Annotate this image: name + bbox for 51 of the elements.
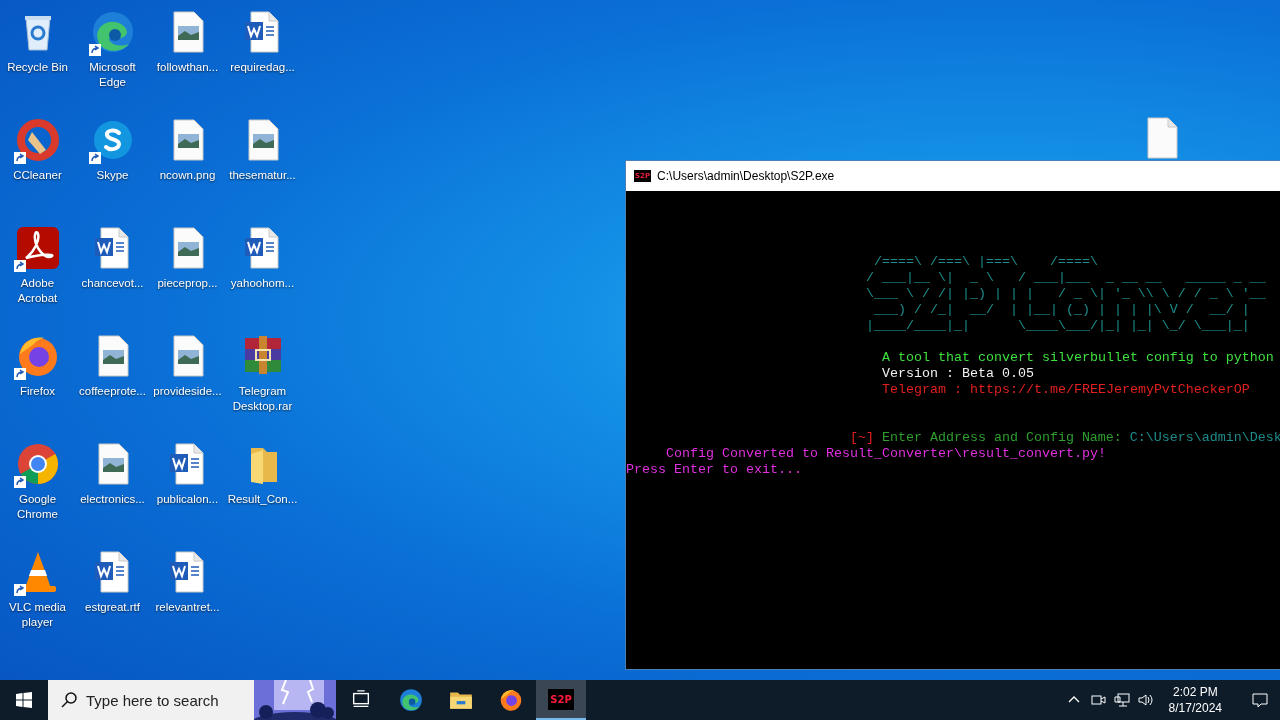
icon-label[interactable]: thesematur... — [225, 168, 300, 183]
edge-icon — [398, 687, 424, 713]
icon-label[interactable]: CCleaner — [0, 168, 75, 183]
console-text: [~] — [849, 430, 874, 446]
windows-icon — [16, 692, 32, 708]
firefox-icon — [498, 687, 524, 713]
console-text: Config Converted to Result_Converter\result_convert.py! — [666, 446, 1106, 462]
window-title: C:\Users\admin\Desktop\S2P.exe — [657, 169, 835, 183]
icon-label[interactable]: yahoohom... — [225, 276, 300, 291]
icon-label[interactable]: estgreat.rtf — [75, 600, 150, 615]
date-text: 8/17/2024 — [1168, 700, 1222, 716]
acrobat-icon[interactable] — [13, 224, 62, 272]
ascii-art-line: \___ \ / /| |_) | | | / _ \| '_ \\ \ / / _ \ '__ — [864, 286, 1266, 302]
icon-label[interactable]: pieceprop... — [150, 276, 225, 291]
icon-label[interactable]: followthan... — [150, 60, 225, 75]
console-text: Press Enter to exit... — [626, 462, 802, 478]
icon-label[interactable]: publicalon... — [150, 492, 225, 507]
speech-bubble-icon — [1251, 691, 1269, 709]
icon-label[interactable]: Firefox — [0, 384, 75, 399]
clock[interactable]: 2:02 PM 8/17/2024 — [1160, 684, 1230, 716]
icon-label[interactable]: coffeeprote... — [75, 384, 150, 399]
search-icon — [60, 691, 78, 709]
volume-icon[interactable] — [1136, 691, 1155, 709]
icon-label[interactable]: Skype — [75, 168, 150, 183]
time-text: 2:02 PM — [1172, 684, 1218, 700]
icon-label[interactable]: provideside... — [150, 384, 225, 399]
icon-label[interactable]: Telegram Desktop.rar — [225, 384, 300, 414]
console-text: A tool that convert silverbullet config to python — [881, 350, 1274, 366]
icon-label[interactable]: Microsoft Edge — [75, 60, 150, 90]
taskbar-button[interactable]: S2P — [536, 680, 586, 720]
icon-label[interactable]: relevantret... — [150, 600, 225, 615]
icon-label[interactable]: chancevot... — [75, 276, 150, 291]
icon-label[interactable]: electronics... — [75, 492, 150, 507]
icon-label[interactable]: requiredag... — [225, 60, 300, 75]
icon-label[interactable]: Result_Con... — [225, 492, 300, 507]
console-text: Version : Beta 0.05 — [881, 366, 1034, 382]
icon-label[interactable]: Adobe Acrobat — [0, 276, 75, 306]
console-text: Enter Address and Config Name: — [881, 430, 1122, 446]
network-icon[interactable] — [1112, 691, 1131, 709]
icon-label[interactable]: Recycle Bin — [0, 60, 75, 75]
ascii-art-line: ___) / /_| __/ | |__| (_) | | | |\ V / __/ | — [872, 302, 1250, 318]
ascii-art-line: /====\ /===\ |===\ /====\ — [872, 254, 1098, 270]
ascii-art-line: / ___|__ \| _ \ / ___|___ _ __ __ _____ _ __ — [864, 270, 1266, 286]
search-field[interactable]: Type here to search — [48, 680, 254, 720]
console-text: Telegram : https://t.me/FREEJeremyPvtCheckerOP — [881, 382, 1250, 398]
icon-label[interactable]: ncown.png — [150, 168, 225, 183]
ccleaner-icon[interactable] — [13, 116, 62, 164]
icon-label[interactable]: Google Chrome — [0, 492, 75, 522]
icon-label[interactable]: VLC media player — [0, 600, 75, 630]
app-logo: S2P — [548, 688, 574, 710]
ascii-art-line: |____/____|_| \____\___/|_| |_| \_/ \___|_| — [864, 318, 1250, 334]
